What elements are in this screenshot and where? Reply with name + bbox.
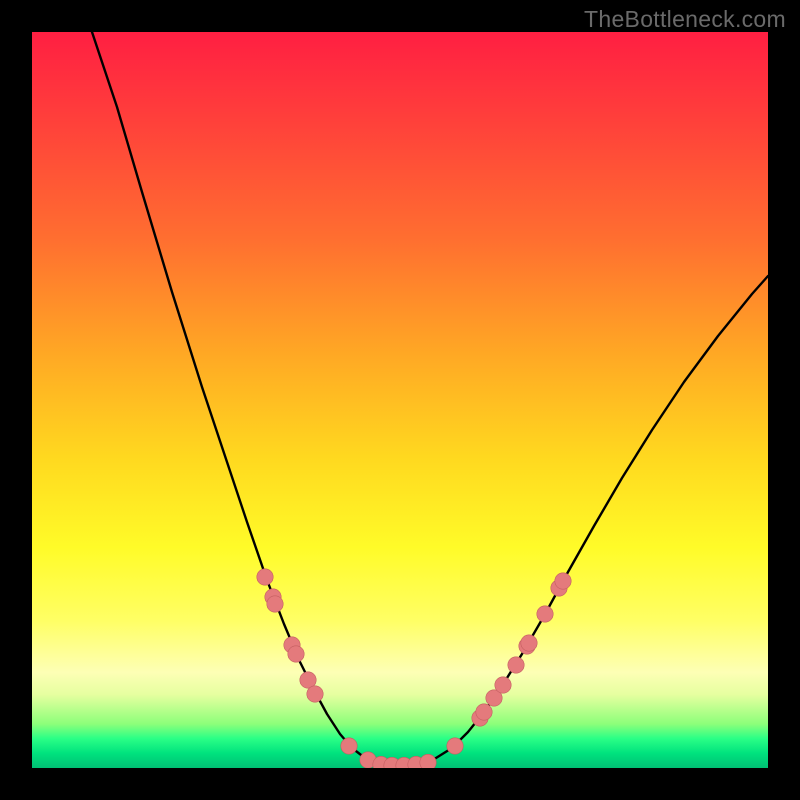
chart-svg <box>32 32 768 768</box>
data-dot <box>288 646 304 662</box>
data-dot <box>267 596 283 612</box>
data-dot <box>447 738 463 754</box>
data-dot <box>476 704 492 720</box>
data-dot <box>508 657 524 673</box>
data-dot <box>420 754 436 768</box>
data-dot <box>341 738 357 754</box>
plot-area <box>32 32 768 768</box>
data-dot <box>555 573 571 589</box>
data-dot <box>307 686 323 702</box>
data-dot <box>495 677 511 693</box>
data-dot <box>257 569 273 585</box>
data-dot <box>521 635 537 651</box>
watermark-text: TheBottleneck.com <box>584 6 786 33</box>
data-dot <box>537 606 553 622</box>
curve-path <box>92 32 768 766</box>
bottleneck-curve <box>92 32 768 766</box>
frame: TheBottleneck.com <box>0 0 800 800</box>
